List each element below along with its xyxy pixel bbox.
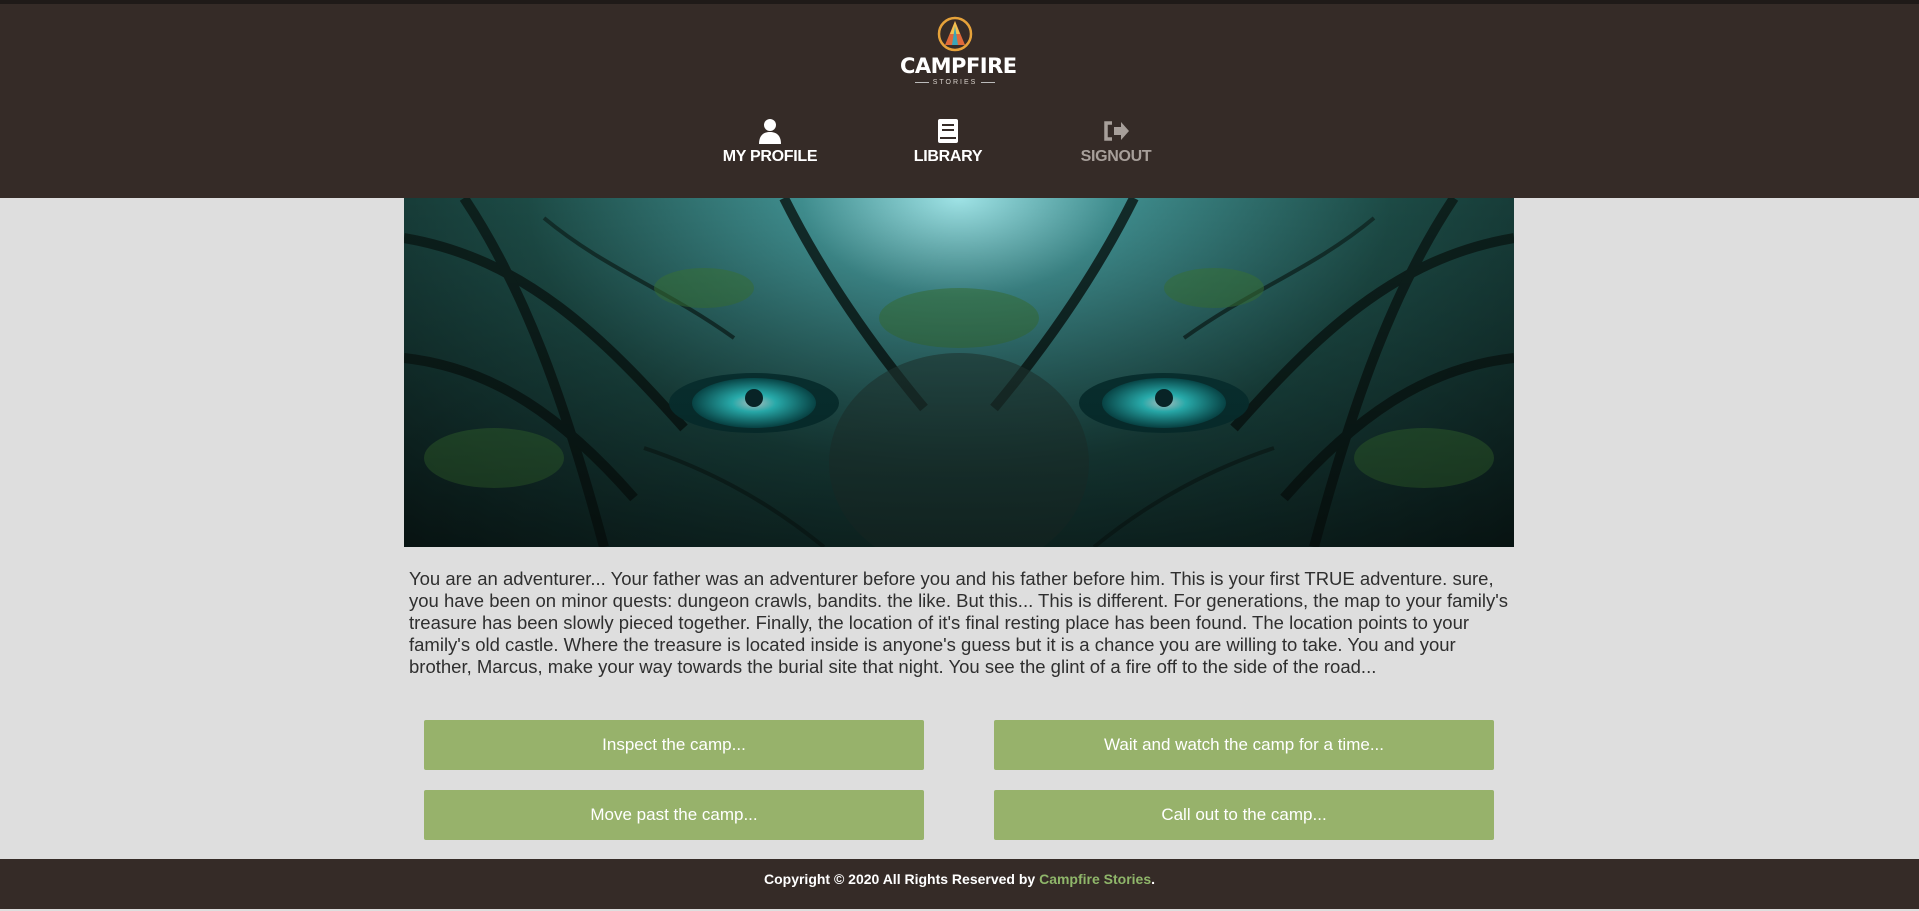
choice-move-past-button[interactable]: Move past the camp...	[424, 790, 924, 840]
nav-signout-label: SIGNOUT	[1080, 148, 1152, 165]
brand-tagline: STORIES	[900, 79, 1010, 86]
site-header: CAMPFIRE STORIES MY PROFILE LIBRARY SIGN…	[0, 4, 1919, 198]
nav-library[interactable]: LIBRARY	[905, 118, 991, 170]
nav-my-profile[interactable]: MY PROFILE	[720, 118, 820, 170]
forest-eyes-illustration	[404, 198, 1514, 547]
choice-call-out-button[interactable]: Call out to the camp...	[994, 790, 1494, 840]
nav-signout[interactable]: SIGNOUT	[1076, 118, 1156, 170]
choice-inspect-camp-button[interactable]: Inspect the camp...	[424, 720, 924, 770]
footer-brand-link[interactable]: Campfire Stories	[1039, 871, 1151, 887]
sign-out-icon	[1104, 121, 1129, 141]
story-hero-image	[404, 198, 1514, 547]
brand-name: CAMPFIRE	[900, 54, 1017, 78]
choice-wait-watch-button[interactable]: Wait and watch the camp for a time...	[994, 720, 1494, 770]
nav-library-label: LIBRARY	[913, 148, 983, 165]
campfire-logo-icon	[937, 16, 973, 52]
book-icon	[938, 119, 958, 143]
user-icon	[759, 119, 781, 144]
footer-copyright: Copyright © 2020 All Rights Reserved by	[763, 871, 1040, 887]
footer-suffix: .	[1151, 871, 1156, 887]
campfire-logo[interactable]: CAMPFIRE STORIES	[900, 12, 1017, 86]
site-footer: Copyright © 2020 All Rights Reserved by …	[0, 859, 1919, 909]
nav-my-profile-label: MY PROFILE	[722, 148, 818, 165]
story-text: You are an adventurer... Your father was…	[409, 568, 1509, 677]
